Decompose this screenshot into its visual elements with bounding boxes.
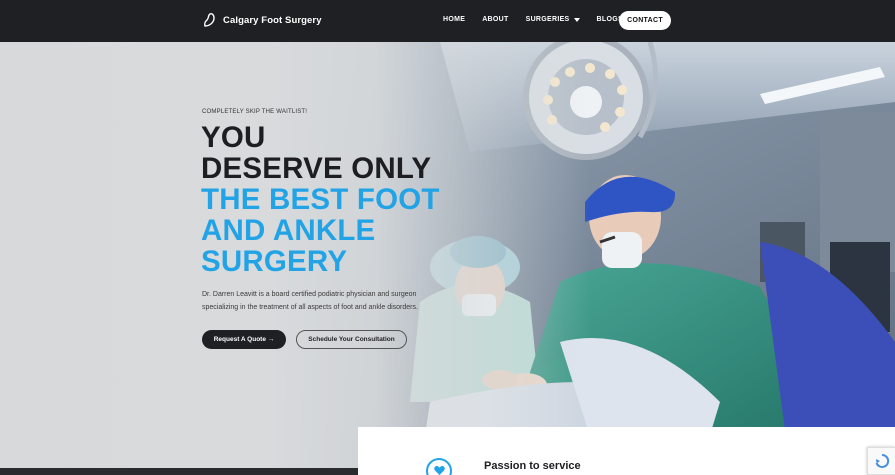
bottom-strip [0, 468, 358, 475]
hero-eyebrow: COMPLETELY SKIP THE WAITLIST! [202, 109, 308, 115]
nav-home[interactable]: HOME [443, 16, 465, 23]
schedule-consultation-button[interactable]: Schedule Your Consultation [296, 330, 407, 349]
brand-name: Calgary Foot Surgery [223, 14, 322, 26]
chevron-down-icon [573, 17, 580, 22]
recaptcha-badge[interactable] [867, 447, 895, 475]
hero-section: COMPLETELY SKIP THE WAITLIST! YOU DESERV… [0, 42, 895, 468]
headline-line-2: DESERVE ONLY [201, 152, 432, 185]
headline-line-1: YOU [201, 121, 266, 154]
site-header: Calgary Foot Surgery HOME ABOUT SURGERIE… [0, 0, 895, 42]
nav-surgeries-label: SURGERIES [525, 16, 570, 23]
headline-line-4: AND ANKLE [201, 214, 376, 247]
request-quote-button[interactable]: Request A Quote → [202, 330, 286, 349]
headline-line-5: SURGERY [201, 245, 348, 278]
hero-headline: YOU DESERVE ONLY THE BEST FOOT AND ANKLE… [201, 122, 440, 277]
brand-logo[interactable]: Calgary Foot Surgery [203, 12, 322, 28]
nav-about[interactable]: ABOUT [482, 16, 508, 23]
hero-description: Dr. Darren Leavitt is a board certified … [202, 291, 418, 311]
heart-shape [434, 466, 445, 475]
contact-button[interactable]: CONTACT [619, 11, 671, 30]
headline-line-3: THE BEST FOOT [201, 183, 440, 216]
recaptcha-icon [875, 453, 889, 468]
nav-surgeries[interactable]: SURGERIES [526, 16, 580, 23]
foot-logo-icon [204, 13, 215, 27]
heart-icon [426, 458, 452, 475]
feature-title: Passion to service [484, 460, 581, 472]
hero-overlay [0, 42, 895, 468]
main-nav: HOME ABOUT SURGERIES BLOGS [443, 16, 640, 23]
feature-card: Passion to service [358, 427, 895, 475]
